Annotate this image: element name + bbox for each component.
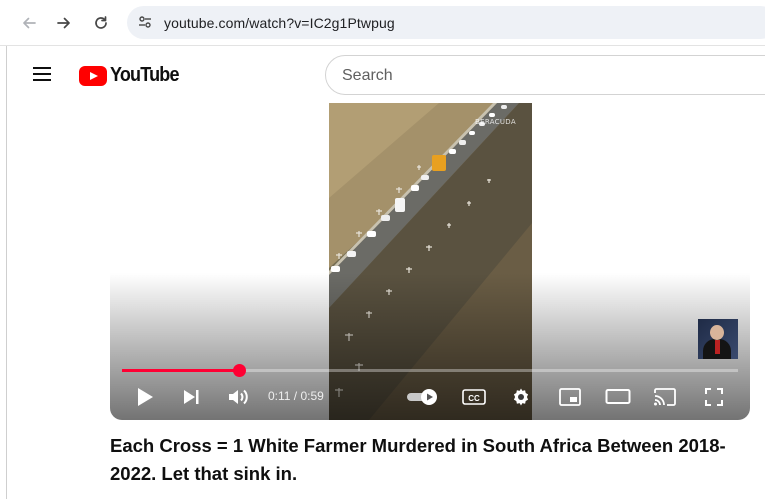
autoplay-toggle-icon[interactable] xyxy=(406,386,440,408)
settings-icon[interactable] xyxy=(510,386,532,408)
theater-mode-icon[interactable] xyxy=(605,386,631,408)
url-text[interactable]: youtube.com/watch?v=IC2g1Ptwpug xyxy=(164,15,395,31)
time-display: 0:11 / 0:59 xyxy=(268,389,324,403)
next-icon[interactable] xyxy=(180,386,202,408)
miniplayer-icon[interactable] xyxy=(558,386,582,408)
youtube-logo[interactable]: YouTube xyxy=(79,64,186,87)
video-player[interactable]: BERACUDA 0:11 / 0:59 CC xyxy=(110,103,750,420)
video-title: Each Cross = 1 White Farmer Murdered in … xyxy=(110,435,726,484)
arrow-left-icon[interactable] xyxy=(18,12,40,34)
menu-icon[interactable] xyxy=(33,66,53,82)
window-edge xyxy=(6,46,7,499)
youtube-play-logo-icon xyxy=(79,65,107,86)
subtitles-icon[interactable]: CC xyxy=(462,386,486,408)
progress-bar[interactable] xyxy=(122,364,738,377)
video-watermark: BERACUDA xyxy=(475,118,516,126)
arrow-right-icon[interactable] xyxy=(53,12,75,34)
address-bar[interactable]: youtube.com/watch?v=IC2g1Ptwpug xyxy=(127,6,765,39)
fullscreen-icon[interactable] xyxy=(703,386,725,408)
tune-icon[interactable] xyxy=(137,14,153,30)
browser-toolbar: youtube.com/watch?v=IC2g1Ptwpug xyxy=(0,0,765,46)
search-placeholder: Search xyxy=(342,67,393,84)
cast-icon[interactable] xyxy=(653,386,677,408)
logo-text: YouTube xyxy=(110,64,179,86)
search-input[interactable]: Search xyxy=(325,55,765,95)
reload-icon[interactable] xyxy=(90,12,112,34)
progress-played xyxy=(122,369,240,372)
volume-icon[interactable] xyxy=(227,386,251,408)
channel-watermark-avatar[interactable] xyxy=(698,319,738,359)
play-icon[interactable] xyxy=(134,386,156,408)
progress-scrubber[interactable] xyxy=(233,364,247,377)
svg-text:CC: CC xyxy=(468,394,480,403)
